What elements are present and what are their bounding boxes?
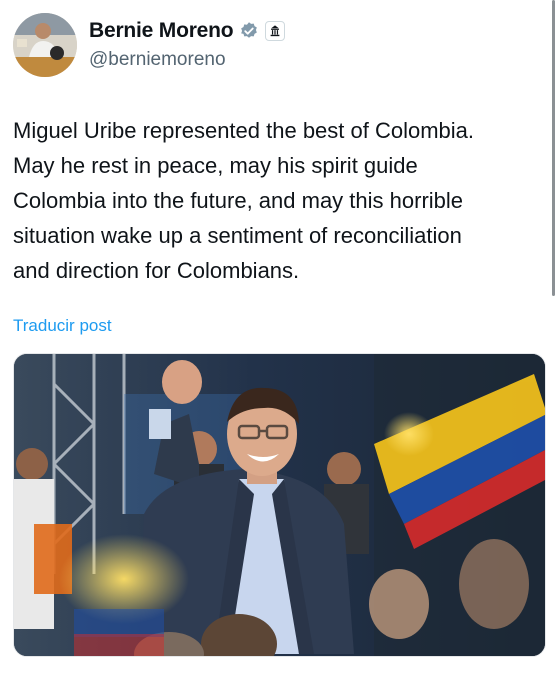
government-building-icon[interactable] — [265, 21, 286, 41]
author-handle[interactable]: @berniemoreno — [89, 49, 226, 71]
avatar-photo — [13, 13, 77, 77]
photo-man-raising-fist — [14, 354, 545, 656]
scrollbar[interactable] — [552, 0, 555, 296]
author-name-row: Bernie Moreno — [89, 19, 286, 43]
tweet-header: Bernie Moreno @berniemoreno — [13, 13, 559, 77]
tweet-text: Miguel Uribe represented the best of Col… — [13, 118, 475, 283]
verified-badge-icon[interactable] — [239, 21, 259, 41]
translate-post-link[interactable]: Traducir post — [13, 316, 112, 336]
author-name[interactable]: Bernie Moreno — [89, 19, 234, 43]
avatar[interactable] — [13, 13, 77, 77]
tweet-media-photo[interactable] — [13, 353, 546, 657]
